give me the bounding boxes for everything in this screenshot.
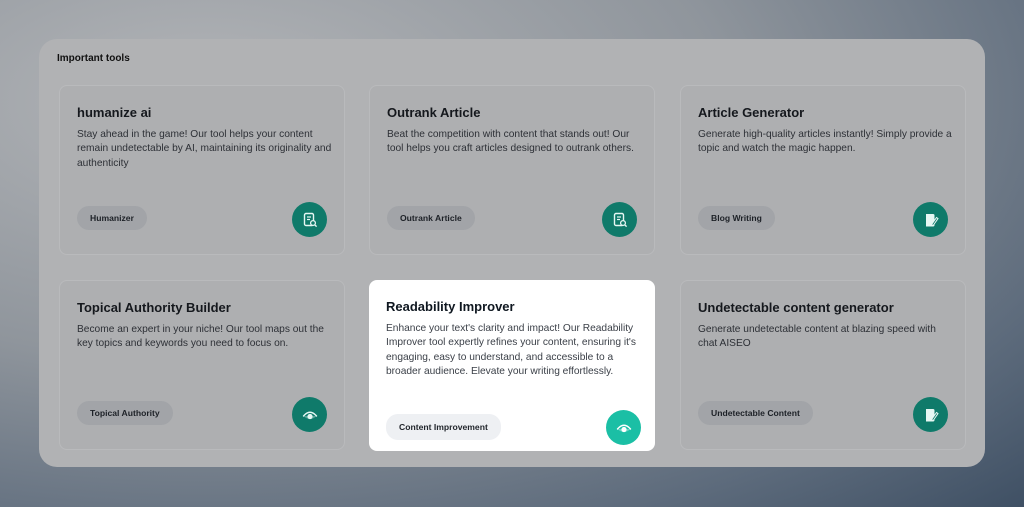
card-title: Article Generator (698, 105, 805, 120)
card-description: Enhance your text's clarity and impact! … (386, 323, 636, 377)
card-tag[interactable]: Content Improvement (386, 414, 501, 440)
card-tag[interactable]: Undetectable Content (698, 401, 813, 425)
card-action-button[interactable] (913, 202, 948, 237)
card-description: Generate high-quality articles instantly… (698, 129, 952, 155)
card-title: Undetectable content generator (698, 300, 894, 315)
card-tag[interactable]: Outrank Article (387, 206, 475, 230)
card-action-button[interactable] (292, 202, 327, 237)
section-title: Important tools (57, 53, 130, 64)
card-title: Topical Authority Builder (77, 300, 231, 315)
tool-card-undetectable-content-generator[interactable]: Undetectable content generator Generate … (680, 280, 966, 450)
tool-card-topical-authority-builder[interactable]: Topical Authority Builder Become an expe… (59, 280, 345, 450)
card-title: humanize ai (77, 105, 152, 120)
tool-card-outrank-article[interactable]: Outrank Article Beat the competition wit… (369, 85, 655, 255)
card-tag[interactable]: Topical Authority (77, 401, 173, 425)
card-action-button[interactable] (913, 397, 948, 432)
card-description: Stay ahead in the game! Our tool helps y… (77, 129, 332, 169)
tool-card-humanize-ai[interactable]: humanize ai Stay ahead in the game! Our … (59, 85, 345, 255)
card-tag[interactable]: Humanizer (77, 206, 147, 230)
card-description: Beat the competition with content that s… (387, 129, 634, 155)
card-title: Outrank Article (387, 105, 481, 120)
tool-card-article-generator[interactable]: Article Generator Generate high-quality … (680, 85, 966, 255)
document-search-icon (303, 212, 317, 227)
card-description: Generate undetectable content at blazing… (698, 324, 936, 350)
document-search-icon (613, 212, 627, 227)
card-title: Readability Improver (386, 299, 515, 314)
eye-icon (616, 424, 631, 432)
card-action-button[interactable] (606, 410, 641, 445)
eye-icon (302, 411, 317, 419)
document-edit-icon (925, 408, 939, 421)
document-edit-icon (925, 213, 939, 226)
card-action-button[interactable] (292, 397, 327, 432)
tool-card-readability-improver[interactable]: Readability Improver Enhance your text's… (369, 280, 655, 451)
card-action-button[interactable] (602, 202, 637, 237)
card-tag[interactable]: Blog Writing (698, 206, 775, 230)
important-tools-panel: Important tools humanize ai Stay ahead i… (39, 39, 985, 467)
card-description: Become an expert in your niche! Our tool… (77, 324, 324, 350)
